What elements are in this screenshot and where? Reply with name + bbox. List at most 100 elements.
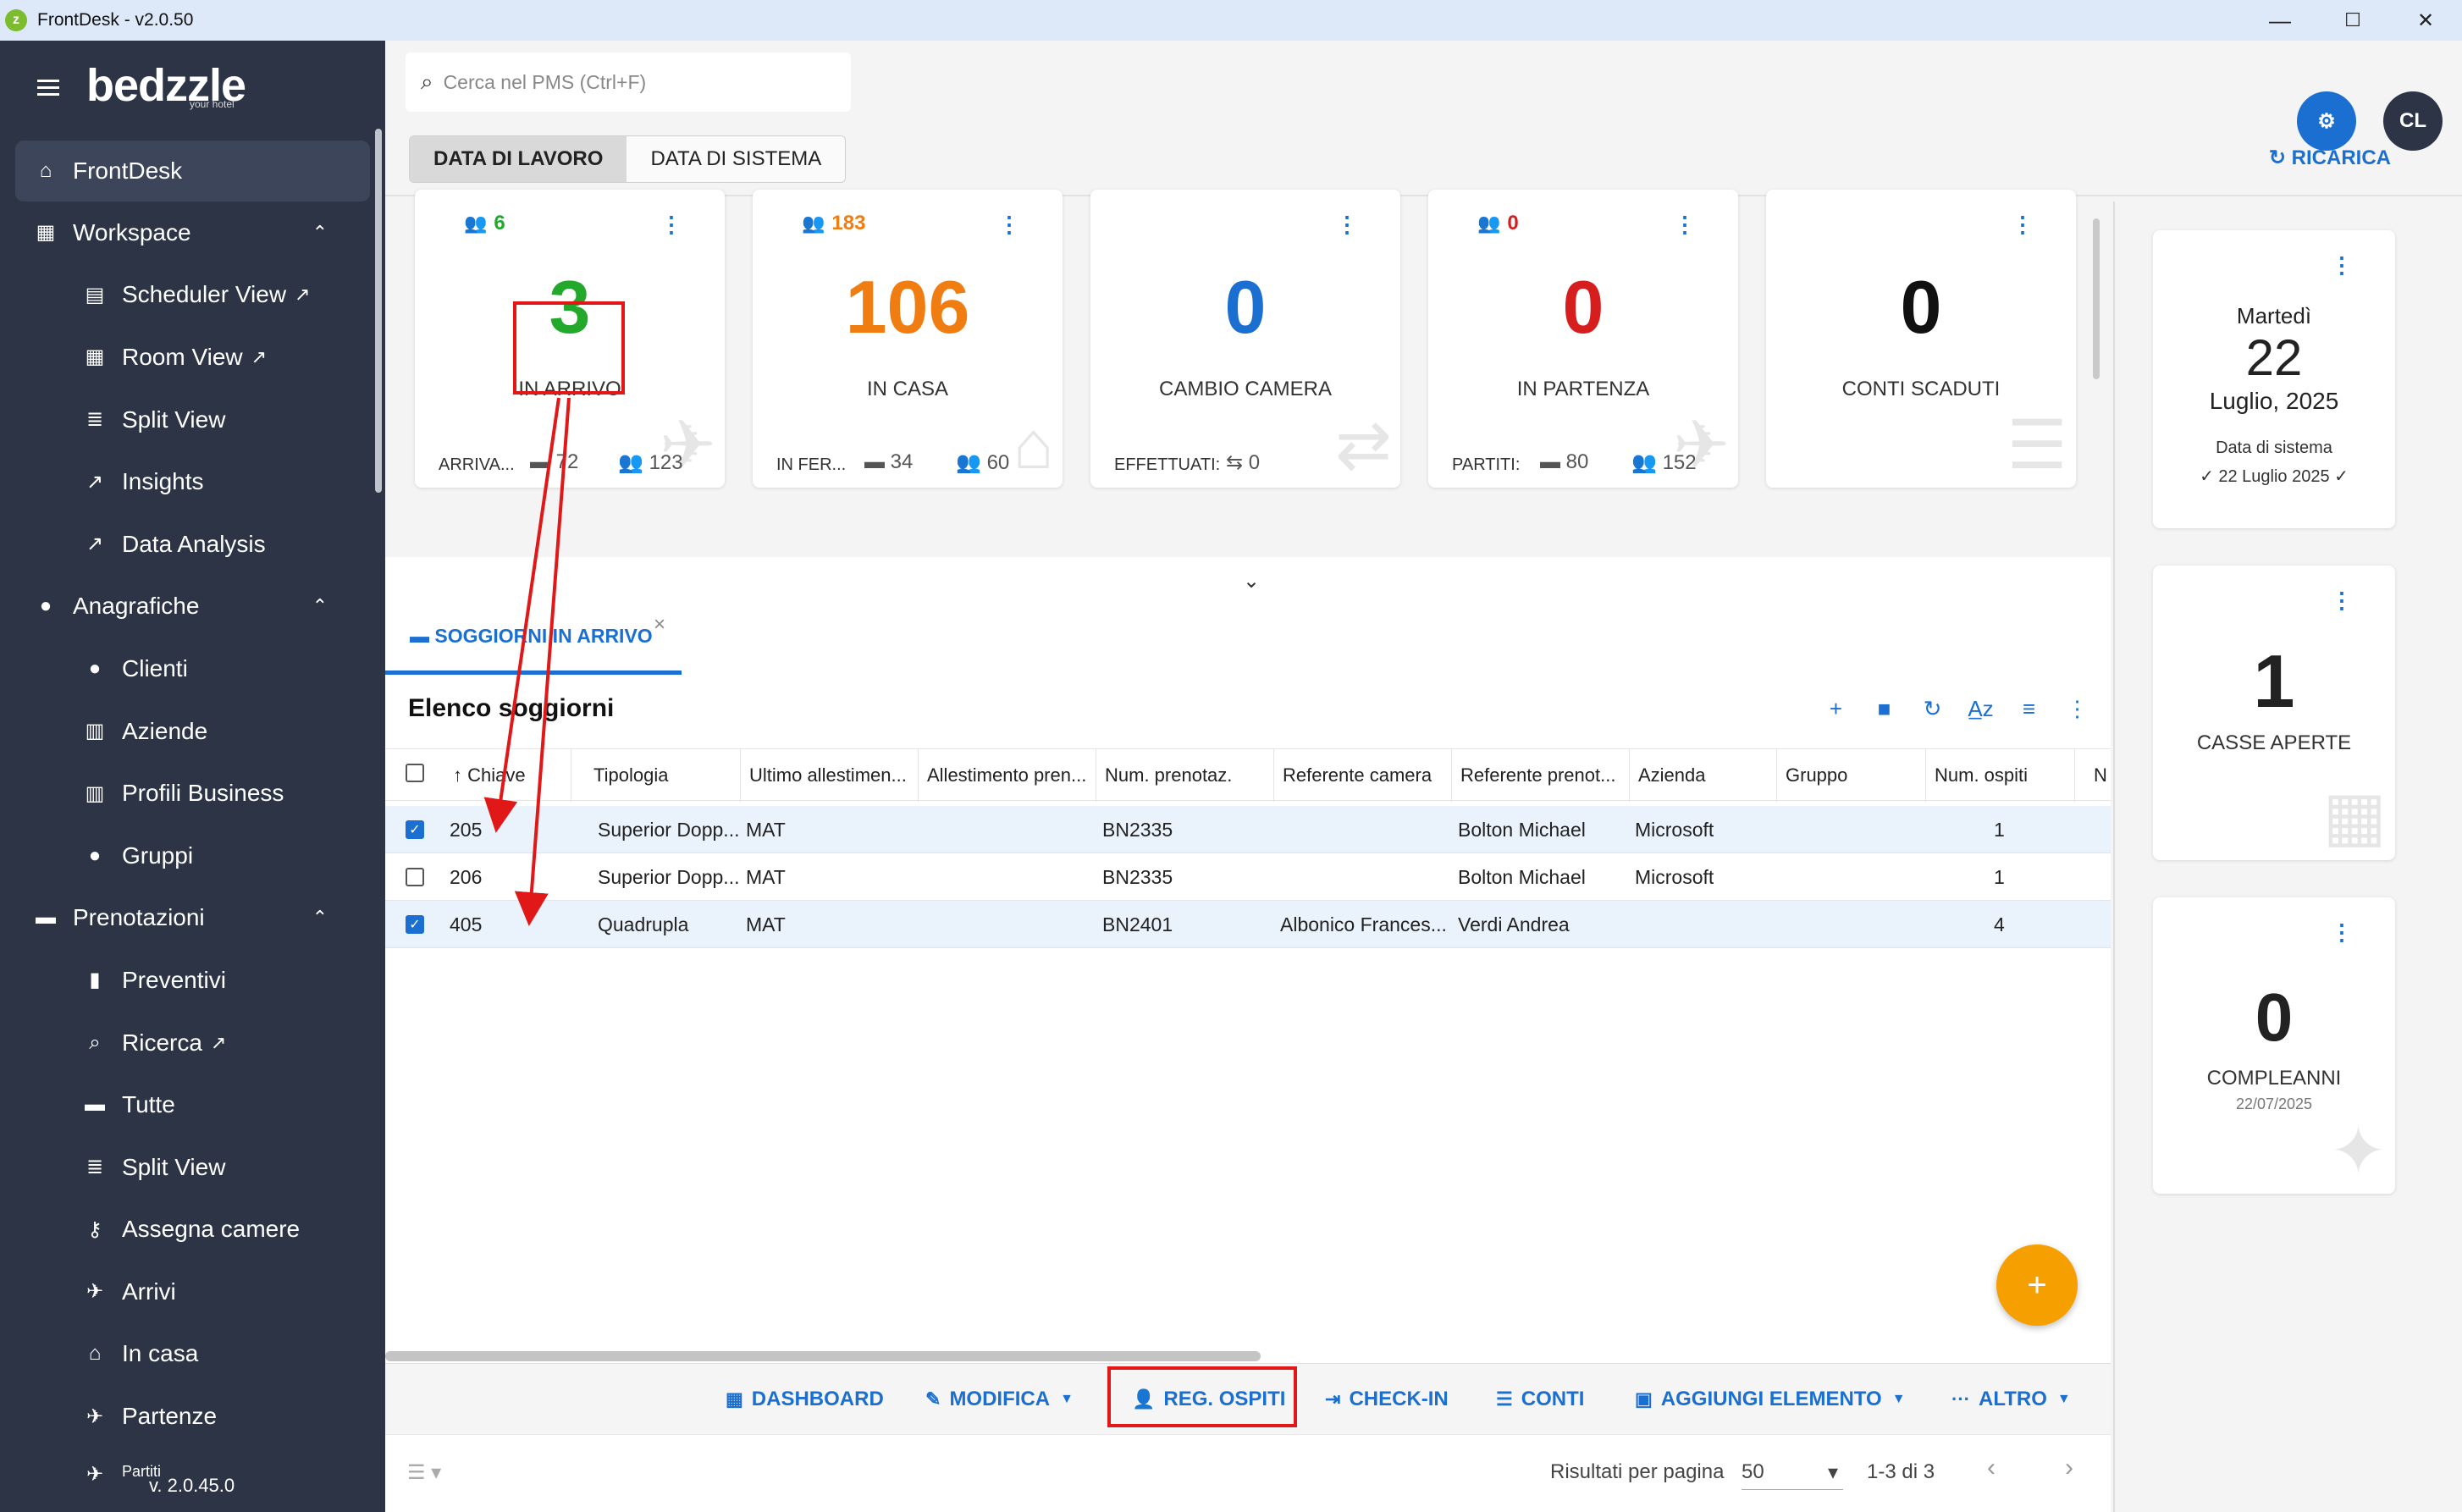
row-checkbox[interactable]: ✓ (406, 820, 424, 839)
sidebar-item-anagrafiche[interactable]: ● Anagrafiche ⌃ (0, 576, 385, 638)
calendar-icon: ▤ (85, 283, 105, 306)
add-icon[interactable]: + (1812, 696, 1860, 722)
table-row[interactable]: ✓ 405 Quadrupla MAT BN2401 Albonico Fran… (385, 901, 2111, 948)
sidebar-item-arrivi[interactable]: ✈ Arrivi (0, 1261, 385, 1323)
table-row[interactable]: 206 Superior Dopp... MAT BN2335 Bolton M… (385, 853, 2111, 901)
table-toolbar: + ■ ↻ A̲z ≡ ⋮ (1812, 696, 2101, 722)
per-page-select[interactable]: 50 ▾ (1742, 1460, 1843, 1490)
chevron-up-icon: ⌃ (312, 907, 328, 929)
sidebar-item-ricerca[interactable]: ⌕ Ricerca ↗ (0, 1012, 385, 1074)
tab-data-di-sistema[interactable]: DATA DI SISTEMA (627, 136, 846, 182)
row-checkbox[interactable] (406, 868, 424, 886)
conti-button[interactable]: ☰ CONTI (1496, 1364, 1584, 1435)
title-bar: z FrontDesk - v2.0.50 — ☐ ✕ (0, 0, 2462, 41)
more-icon[interactable]: ⋮ (1336, 212, 1358, 238)
card-casse-aperte[interactable]: ⋮ 1 CASSE APERTE ▦ (2153, 566, 2395, 860)
day: 22 (2245, 329, 2303, 386)
sidebar-item-gruppi[interactable]: ● Gruppi (0, 825, 385, 887)
card-compleanni[interactable]: ⋮ 0 COMPLEANNI 22/07/2025 ✦ (2153, 897, 2395, 1194)
group-icon: ● (88, 843, 102, 867)
more-icon[interactable]: ⋮ (2012, 212, 2034, 238)
sidebar-item-tutte[interactable]: ▬ Tutte (0, 1073, 385, 1136)
sort-az-icon[interactable]: A̲z (1957, 696, 2005, 722)
card-foot-label: PARTITI: (1452, 455, 1521, 474)
card-date[interactable]: ⋮ Martedì 22 Luglio, 2025 Data di sistem… (2153, 230, 2395, 528)
sidebar-item-scheduler-view[interactable]: ▤ Scheduler View ↗ (0, 264, 385, 327)
aggiungi-elemento-button[interactable]: ▣ AGGIUNGI ELEMENTO ▼ (1635, 1364, 1906, 1435)
card-conti-scaduti[interactable]: ⋮ 0 CONTI SCADUTI ☰ (1766, 190, 2076, 488)
cards-scrollbar[interactable] (2093, 218, 2100, 379)
minimize-button[interactable]: — (2244, 0, 2316, 41)
sidebar-item-partenze[interactable]: ✈ Partenze (0, 1385, 385, 1448)
sidebar-item-split-view[interactable]: ≣ Split View (0, 389, 385, 451)
card-cambio-camera[interactable]: ⋮ 0 CAMBIO CAMERA ⇄ EFFETTUATI: ⇆ 0 (1090, 190, 1400, 488)
sidebar-item-in-casa[interactable]: ⌂ In casa (0, 1323, 385, 1386)
column-header[interactable]: Referente prenot... (1452, 749, 1630, 802)
row-checkbox[interactable]: ✓ (406, 915, 424, 934)
add-button[interactable]: + (1996, 1244, 2078, 1326)
sidebar-item-split-view-2[interactable]: ≣ Split View (0, 1136, 385, 1199)
cell-booking-number: BN2335 (1102, 865, 1173, 888)
trend-icon: ↗ (86, 470, 104, 494)
column-header[interactable]: Tipologia (585, 749, 741, 802)
sidebar-item-prenotazioni[interactable]: ▬ Prenotazioni ⌃ (0, 887, 385, 950)
column-header[interactable]: Azienda (1630, 749, 1777, 802)
card-in-casa[interactable]: 👥 183 ⋮ 106 IN CASA ⌂ IN FER... ▬ 34 👥 60 (753, 190, 1063, 488)
column-header[interactable]: Referente camera (1274, 749, 1452, 802)
card-in-partenza[interactable]: 👥 0 ⋮ 0 IN PARTENZA ✈ PARTITI: ▬ 80 👥 152 (1428, 190, 1738, 488)
column-header[interactable]: ↑ Chiave (444, 749, 571, 802)
webhook-button[interactable]: ⚙ (2297, 91, 2356, 151)
chevron-down-icon[interactable]: ⌄ (1243, 569, 1260, 593)
sidebar-item-room-view[interactable]: ▦ Room View ↗ (0, 326, 385, 389)
search-input[interactable]: ⌕ Cerca nel PMS (Ctrl+F) (406, 52, 851, 112)
close-icon[interactable]: × (654, 613, 665, 637)
sidebar-item-clienti[interactable]: ● Clienti (0, 637, 385, 700)
menu-icon[interactable] (37, 80, 59, 96)
annotation-box-reg-ospiti (1107, 1366, 1297, 1427)
tab-soggiorni-in-arrivo[interactable]: ▬ SOGGIORNI IN ARRIVO (410, 625, 653, 648)
column-header[interactable]: Ultimo allestimen... (741, 749, 919, 802)
more-icon[interactable]: ⋮ (2331, 252, 2353, 279)
view-options-icon[interactable]: ☰ ▾ (407, 1460, 441, 1485)
sidebar-item-preventivi[interactable]: ▮ Preventivi (0, 949, 385, 1012)
sidebar-item-frontdesk[interactable]: ⌂ FrontDesk (15, 141, 370, 201)
column-header[interactable]: Num. ospiti (1926, 749, 2075, 802)
next-page-icon[interactable]: › (2065, 1454, 2073, 1482)
select-all-checkbox[interactable] (406, 764, 424, 782)
maximize-button[interactable]: ☐ (2316, 0, 2389, 41)
altro-button[interactable]: ··· ALTRO ▼ (1951, 1364, 2071, 1435)
avatar[interactable]: CL (2383, 91, 2443, 151)
table-scrollbar[interactable] (385, 1351, 1261, 1361)
modifica-button[interactable]: ✎ MODIFICA ▼ (925, 1364, 1074, 1435)
sidebar-item-aziende[interactable]: ▥ Aziende (0, 700, 385, 763)
table-row[interactable]: ✓ 205 Superior Dopp... MAT BN2335 Bolton… (385, 806, 2111, 853)
more-icon[interactable]: ⋮ (2331, 588, 2353, 614)
tab-data-di-lavoro[interactable]: DATA DI LAVORO (410, 136, 627, 182)
more-icon[interactable]: ⋮ (1674, 212, 1696, 238)
room-change-icon: ⇄ (1334, 407, 1392, 483)
sidebar-item-profili-business[interactable]: ▥ Profili Business (0, 762, 385, 825)
card-value: 1 (2253, 639, 2295, 723)
check-in-button[interactable]: ⇥ CHECK-IN (1325, 1364, 1449, 1435)
sidebar-item-assegna-camere[interactable]: ⚷ Assegna camere (0, 1199, 385, 1261)
column-header[interactable]: Num. prenotaz. (1096, 749, 1274, 802)
filter-icon[interactable]: ≡ (2005, 696, 2053, 722)
prev-page-icon[interactable]: ‹ (1987, 1454, 1996, 1482)
refresh-icon[interactable]: ↻ (1908, 696, 1957, 722)
sidebar-item-insights[interactable]: ↗ Insights (0, 450, 385, 513)
camera-icon[interactable]: ■ (1860, 696, 1908, 722)
more-icon[interactable]: ⋮ (2331, 919, 2353, 946)
close-button[interactable]: ✕ (2389, 0, 2462, 41)
more-icon[interactable]: ⋮ (660, 212, 682, 238)
version-label: v. 2.0.45.0 (149, 1475, 235, 1496)
more-icon[interactable]: ⋮ (998, 212, 1020, 238)
sidebar-item-data-analysis[interactable]: ↗ Data Analysis (0, 513, 385, 576)
column-header[interactable]: N (2094, 749, 2111, 802)
column-header[interactable]: Gruppo (1777, 749, 1926, 802)
party-icon: ✦ (2329, 1113, 2387, 1189)
dashboard-button[interactable]: ▦ DASHBOARD (726, 1364, 884, 1435)
reload-button[interactable]: ↻ RICARICA (2269, 146, 2391, 170)
more-icon[interactable]: ⋮ (2053, 696, 2101, 722)
column-header[interactable]: Allestimento pren... (919, 749, 1096, 802)
sidebar-item-workspace[interactable]: ▦ Workspace ⌃ (0, 201, 385, 264)
